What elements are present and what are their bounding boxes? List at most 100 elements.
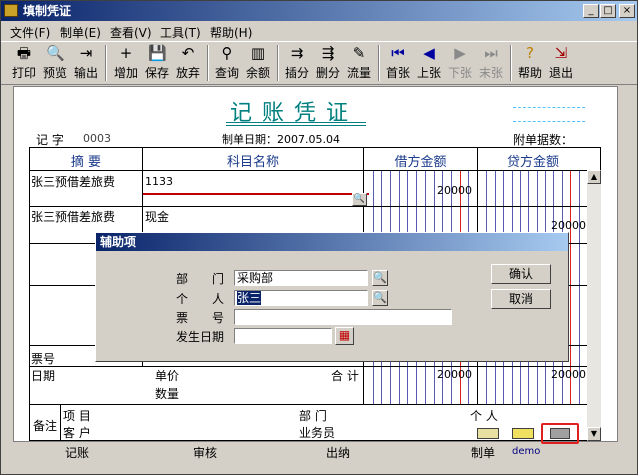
aux-item-button-highlight[interactable] [541,423,579,444]
toolbar-separator [277,45,279,81]
dept-label: 部 门 [176,272,225,286]
entry-1-debit[interactable]: 20000 [437,184,472,197]
row-divider [29,366,587,367]
active-field-underline [143,193,369,195]
last-icon: ⏭ [484,44,498,62]
exit-button[interactable]: ⇲ 退出 [547,45,575,82]
magnifier-icon: 🔍 [373,291,387,304]
last-button[interactable]: ⏭ 末张 [477,45,505,82]
save-button[interactable]: 💾 保存 [143,45,171,82]
balance-chart-icon: ▥ [250,44,266,62]
printer-icon: 🖶 [16,44,32,62]
menu-voucher[interactable]: 制单(E) [60,24,101,41]
voucher-number[interactable]: 0003 [83,132,111,145]
toolbar-separator [207,45,209,81]
voucher-date[interactable]: 制单日期：2007.05.04 [222,131,340,147]
maximize-button[interactable]: □ [600,4,616,18]
binoculars-icon: ⚲ [221,44,233,62]
eraser-icon [550,428,570,439]
entry-1-account-input[interactable]: 1133 [145,175,173,188]
dashed-line [513,121,585,122]
entry-2-credit[interactable]: 20000 [551,219,586,232]
cashflow-button[interactable]: ✎ 流量 [345,45,373,82]
prev-button[interactable]: ◀ 上张 [415,45,443,82]
menu-view[interactable]: 查看(V) [110,24,152,41]
ticket-input[interactable] [234,309,452,325]
card-icon[interactable] [477,428,499,439]
dashed-line [513,107,585,108]
grid-divider [60,404,61,441]
salesperson-label: 业务员 [299,426,336,440]
dept-input[interactable]: 采购部 [234,270,368,286]
ticket-no-label: 票号 [31,352,56,366]
insert-row-icon: ⇉ [290,44,304,62]
magnifier-icon: 🔍 [353,194,366,204]
minimize-button[interactable]: _ [583,4,599,18]
undo-icon: ↶ [181,44,195,62]
preview-icon: 🔍 [46,44,65,62]
ticket-label: 票 号 [176,311,225,325]
department-label: 部 门 [299,409,327,423]
date-label: 日期 [31,369,56,383]
window-title: 填制凭证 [1,1,637,21]
cancel-button[interactable]: 取消 [491,289,551,309]
total-label: 合 计 [331,369,359,383]
balance-button[interactable]: ▥ 余额 [244,45,272,82]
col-credit-header: 贷方金额 [506,155,559,170]
col-account-header: 科目名称 [226,155,279,170]
close-button[interactable]: × [619,4,635,18]
voucher-type-label: 记 字 [36,133,64,147]
menu-tools[interactable]: 工具(T) [160,24,201,41]
calendar-button[interactable]: ▦ [335,327,354,345]
scroll-up-arrow[interactable]: ▲ [587,170,601,184]
magnifier-icon: 🔍 [373,271,387,284]
entry-2-account[interactable]: 现金 [145,208,169,225]
scroll-down-arrow[interactable]: ▼ [587,427,601,441]
entry-2-summary[interactable]: 张三预借差旅费 [31,208,115,225]
dept-lookup-button[interactable]: 🔍 [372,270,388,286]
ok-button[interactable]: 确认 [491,264,551,284]
maker-label: 制单 [471,446,496,460]
delete-row-icon: ⇶ [321,44,335,62]
discard-button[interactable]: ↶ 放弃 [174,45,202,82]
title-underline [226,125,366,126]
unit-price-label: 单价 [155,369,180,383]
add-icon: + [119,44,133,62]
aux-dialog-title: 辅助项 [96,233,568,251]
entry-1-summary[interactable]: 张三预借差旅费 [31,173,115,190]
person-input-selection: 张三 [237,291,262,305]
col-summary-header: 摘 要 [70,155,102,170]
ledger-icon[interactable] [512,428,534,439]
preview-button[interactable]: 🔍 预览 [41,45,69,82]
menu-file[interactable]: 文件(F) [10,24,50,41]
row-divider [29,206,587,207]
next-icon: ▶ [454,44,466,62]
quantity-label: 数量 [155,387,180,401]
date-input[interactable] [234,328,332,344]
query-button[interactable]: ⚲ 查询 [213,45,241,82]
add-button[interactable]: + 增加 [112,45,140,82]
delete-entry-button[interactable]: ⇶ 删分 [314,45,342,82]
grid-divider [363,366,364,404]
insert-entry-button[interactable]: ⇉ 插分 [283,45,311,82]
account-lookup-button[interactable]: 🔍 [352,193,367,206]
person-label: 个 人 [470,409,498,423]
total-debit: 20000 [437,368,472,381]
grid-scrollbar[interactable] [587,170,601,440]
first-button[interactable]: ⏮ 首张 [384,45,412,82]
attachment-count-label: 附单据数： [513,133,574,147]
calendar-icon: ▦ [338,328,351,342]
help-icon: ? [526,44,534,62]
toolbar-separator [378,45,380,81]
row-divider [29,404,587,405]
menu-help[interactable]: 帮助(H) [210,24,252,41]
cashflow-icon: ✎ [352,44,366,62]
print-button[interactable]: 🖶 打印 [10,45,38,82]
person-lookup-button[interactable]: 🔍 [372,290,388,306]
person-input[interactable]: 张三 [234,290,368,306]
total-credit: 20000 [551,368,586,381]
export-button[interactable]: ⇥ 输出 [72,45,100,82]
next-button[interactable]: ▶ 下张 [446,45,474,82]
help-button[interactable]: ? 帮助 [516,45,544,82]
toolbar-separator [105,45,107,81]
